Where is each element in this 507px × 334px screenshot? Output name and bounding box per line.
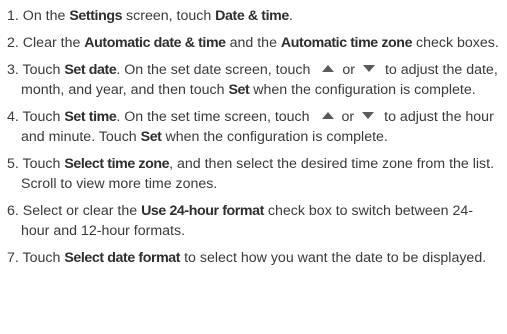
- up-arrow-icon: [321, 112, 334, 119]
- step-number: 1.: [7, 8, 19, 24]
- automatic-date-time-term: Automatic date & time: [84, 35, 226, 51]
- step-4: 4. Touch Set time. On the set time scree…: [7, 109, 494, 145]
- step-number: 5.: [7, 156, 19, 172]
- set-term: Set: [228, 82, 250, 98]
- up-arrow-icon: [322, 65, 335, 72]
- down-arrow-icon: [362, 65, 375, 72]
- use-24-hour-format-term: Use 24-hour format: [141, 203, 264, 219]
- step-7: 7. Touch Select date format to select ho…: [7, 250, 487, 266]
- step-number: 4.: [7, 109, 19, 125]
- down-arrow-icon: [362, 112, 375, 119]
- step-1: 1. On the Settings screen, touch Date & …: [7, 8, 293, 24]
- select-date-format-term: Select date format: [64, 250, 181, 266]
- set-time-term: Set time: [64, 109, 117, 125]
- instruction-document: 1. On the Settings screen, touch Date & …: [0, 0, 507, 334]
- step-number: 7.: [7, 250, 19, 266]
- select-time-zone-term: Select time zone: [64, 156, 170, 172]
- date-time-term: Date & time: [215, 8, 289, 24]
- step-2: 2. Clear the Automatic date & time and t…: [7, 35, 499, 51]
- set-date-term: Set date: [64, 62, 117, 78]
- automatic-time-zone-term: Automatic time zone: [280, 35, 413, 51]
- step-6: 6. Select or clear the Use 24-hour forma…: [7, 203, 473, 239]
- set-term: Set: [140, 129, 162, 145]
- step-number: 3.: [7, 62, 19, 78]
- step-number: 2.: [7, 35, 19, 51]
- step-3: 3. Touch Set date. On the set date scree…: [7, 62, 498, 98]
- step-5: 5. Touch Select time zone, and then sele…: [7, 156, 495, 192]
- step-number: 6.: [7, 203, 19, 219]
- settings-term: Settings: [69, 8, 123, 24]
